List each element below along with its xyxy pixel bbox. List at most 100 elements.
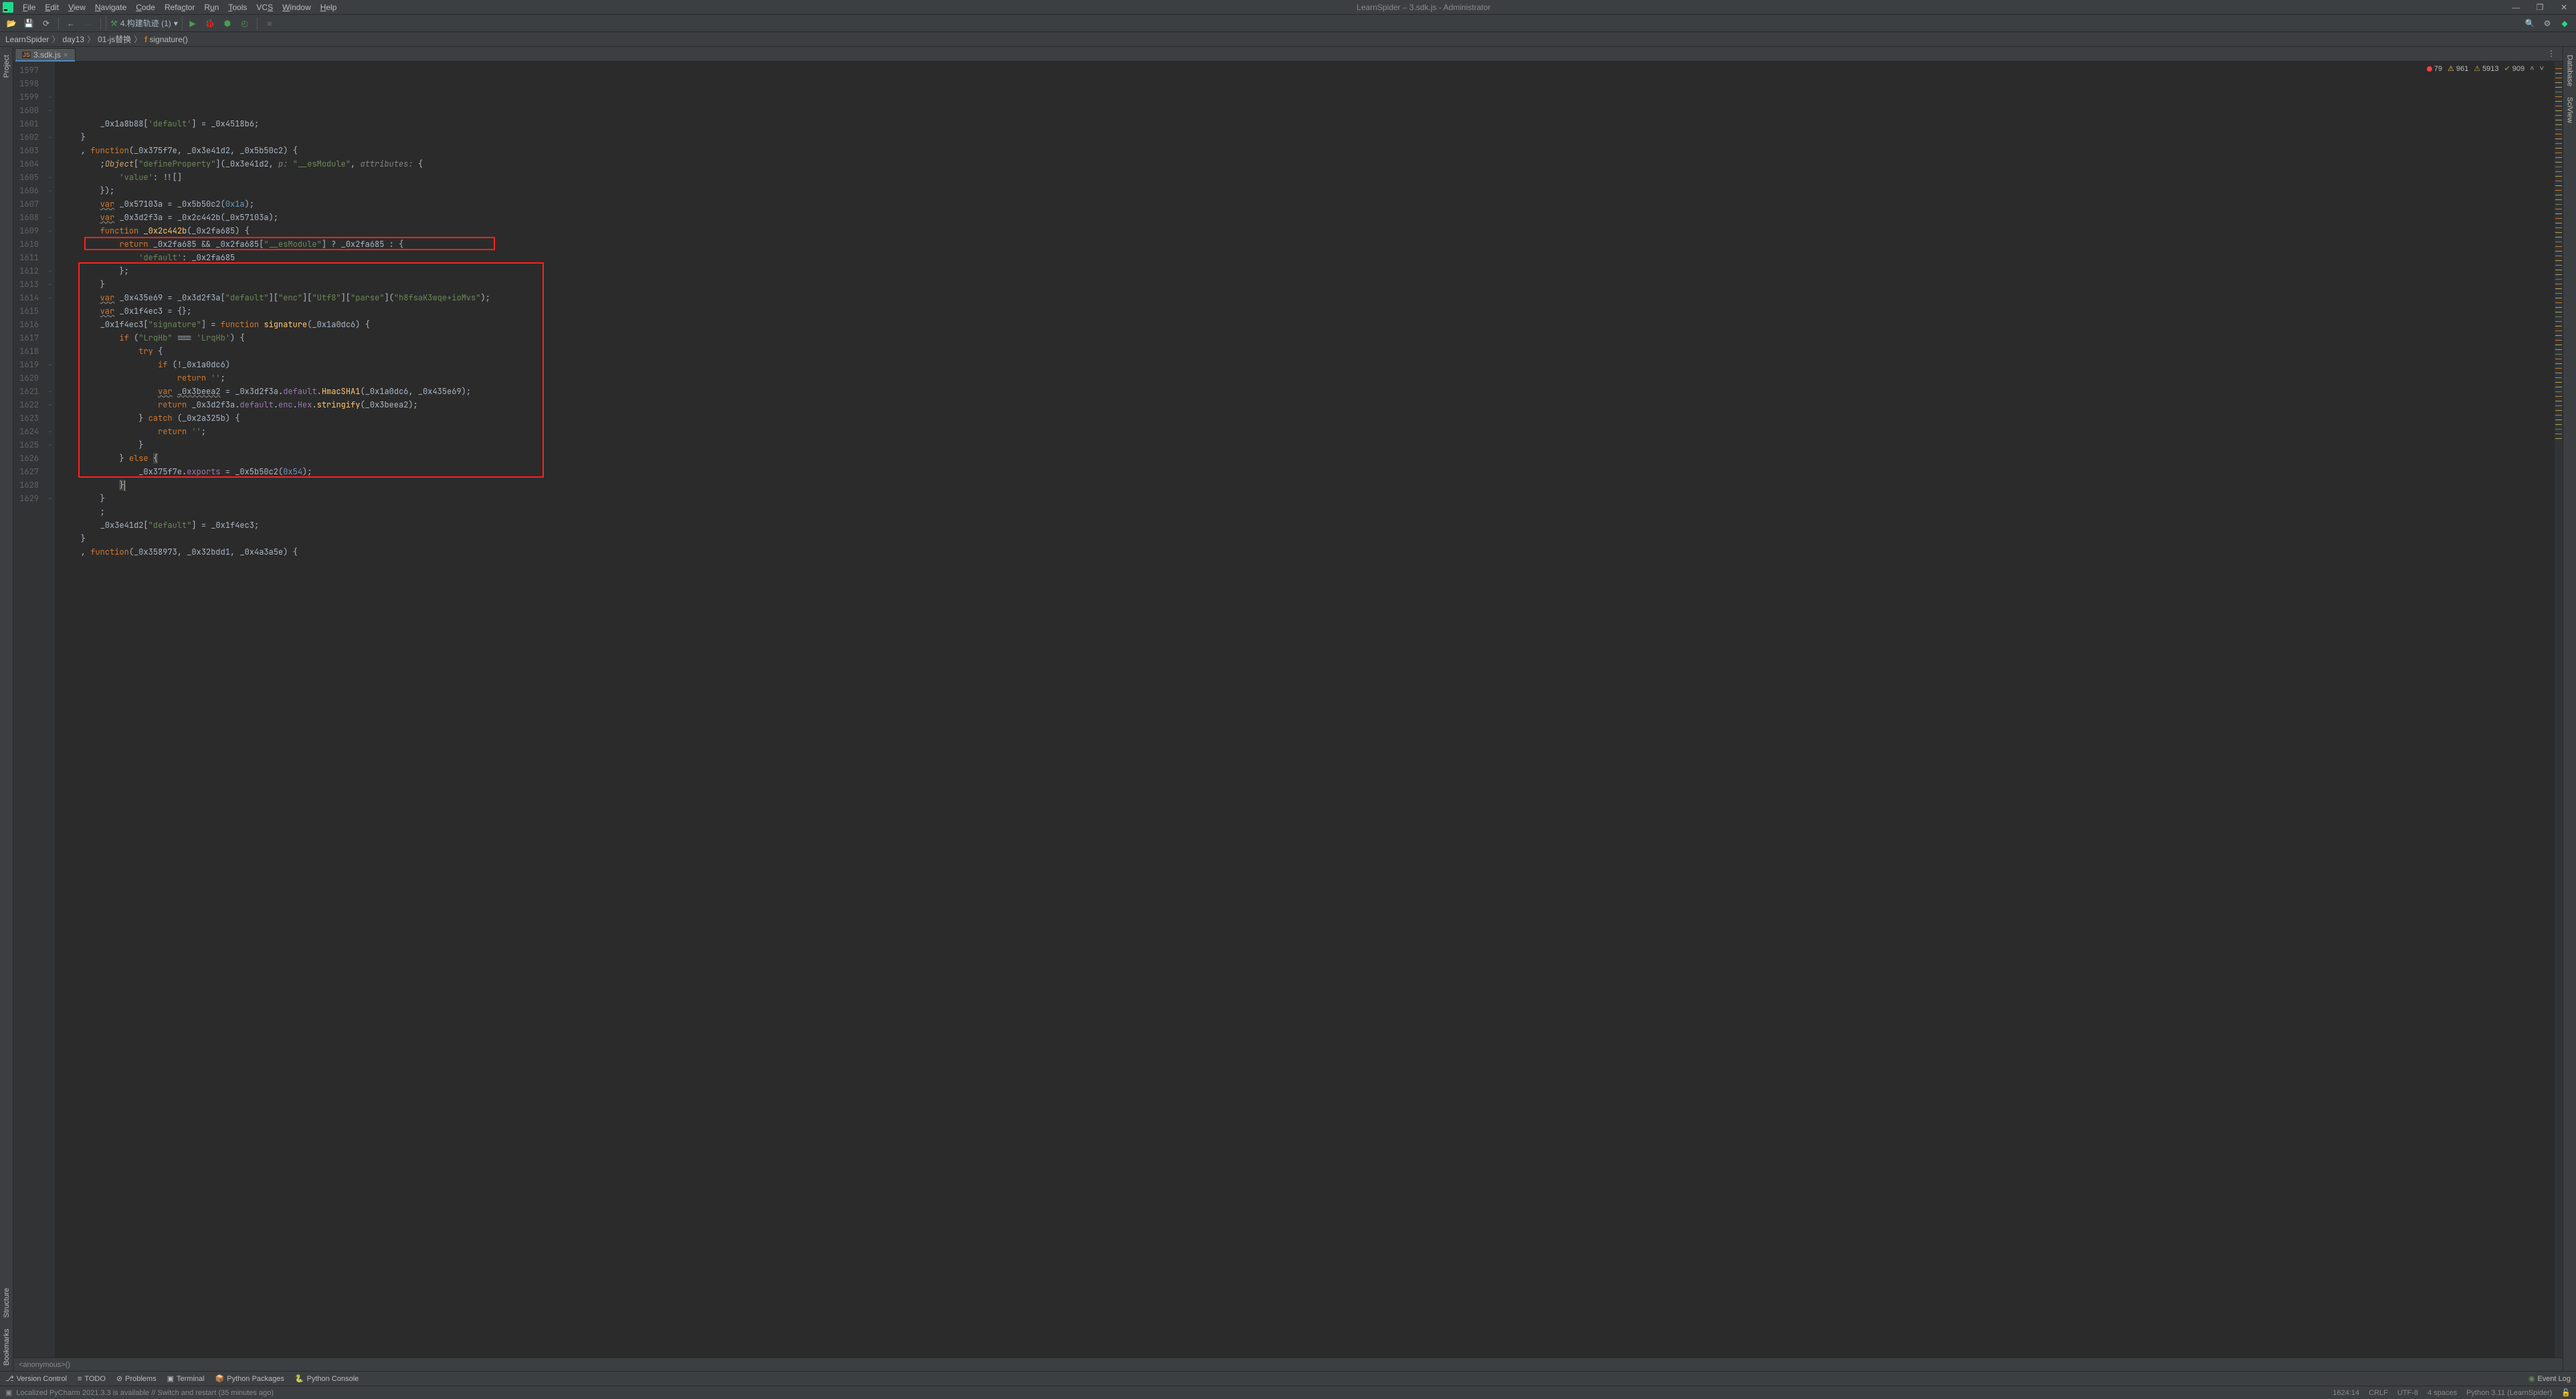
- stripe-mark[interactable]: [2555, 405, 2562, 406]
- stripe-mark[interactable]: [2555, 101, 2562, 102]
- stripe-mark[interactable]: [2555, 410, 2562, 411]
- fold-marker[interactable]: −: [45, 171, 55, 184]
- code-line[interactable]: , function(_0x358973, _0x32bdd1, _0x4a3a…: [62, 545, 2555, 559]
- line-number[interactable]: 1602: [16, 130, 39, 144]
- line-number[interactable]: 1601: [16, 117, 39, 130]
- fold-marker[interactable]: [45, 478, 55, 492]
- breadcrumb-item[interactable]: <anonymous>(): [19, 1361, 70, 1369]
- line-number[interactable]: 1626: [16, 452, 39, 465]
- code-line[interactable]: var _0x3beea2 = _0x3d2f3a.default.HmacSH…: [62, 385, 2555, 398]
- debug-button[interactable]: 🐞: [203, 16, 217, 31]
- tool-window-python-packages[interactable]: 📦Python Packages: [215, 1374, 284, 1383]
- line-number[interactable]: 1624: [16, 425, 39, 438]
- tabs-menu-icon[interactable]: ⋮: [2544, 47, 2559, 61]
- code-line[interactable]: _0x1f4ec3["signature"] = function signat…: [62, 318, 2555, 331]
- stripe-mark[interactable]: [2555, 377, 2562, 378]
- menu-vcs[interactable]: VCS: [252, 1, 277, 13]
- line-number[interactable]: 1610: [16, 238, 39, 251]
- fold-marker[interactable]: −: [45, 398, 55, 411]
- stripe-mark[interactable]: [2555, 293, 2562, 294]
- error-stripe[interactable]: [2555, 62, 2563, 1358]
- stripe-mark[interactable]: [2555, 274, 2562, 275]
- fold-marker[interactable]: [45, 452, 55, 465]
- fold-marker[interactable]: [45, 318, 55, 331]
- line-number[interactable]: 1625: [16, 438, 39, 452]
- line-number[interactable]: 1611: [16, 251, 39, 264]
- fold-marker[interactable]: −: [45, 291, 55, 304]
- readonly-lock-icon[interactable]: 🔓: [2561, 1388, 2571, 1397]
- line-number[interactable]: 1628: [16, 478, 39, 492]
- stripe-mark[interactable]: [2555, 438, 2562, 439]
- line-number[interactable]: 1607: [16, 197, 39, 211]
- code-line[interactable]: try {: [62, 345, 2555, 358]
- line-number[interactable]: 1614: [16, 291, 39, 304]
- line-number[interactable]: 1605: [16, 171, 39, 184]
- breadcrumb-item[interactable]: f signature(): [144, 35, 188, 44]
- code-line[interactable]: var _0x435e69 = _0x3d2f3a["default"]["en…: [62, 291, 2555, 304]
- fold-marker[interactable]: −: [45, 278, 55, 291]
- fold-marker[interactable]: −: [45, 184, 55, 197]
- ide-features-button[interactable]: ◆: [2557, 16, 2572, 31]
- menu-tools[interactable]: Tools: [224, 1, 251, 13]
- stripe-mark[interactable]: [2555, 204, 2562, 205]
- fold-marker[interactable]: [45, 371, 55, 385]
- stripe-mark[interactable]: [2555, 335, 2562, 336]
- sync-button[interactable]: ⟳: [39, 16, 54, 31]
- file-tab[interactable]: JS 3.sdk.js ×: [15, 48, 76, 61]
- code-content[interactable]: _0x1a8b88['default'] = _0x4518b6; } , fu…: [55, 62, 2555, 1358]
- stripe-mark[interactable]: [2555, 227, 2562, 228]
- stripe-mark[interactable]: [2555, 288, 2562, 289]
- code-line[interactable]: var _0x57103a = _0x5b50c2(0x1a);: [62, 197, 2555, 211]
- code-line[interactable]: });: [62, 184, 2555, 197]
- fold-marker[interactable]: −: [45, 492, 55, 505]
- search-everywhere-button[interactable]: 🔍: [2522, 16, 2537, 31]
- event-log-button[interactable]: Event Log: [2537, 1375, 2571, 1383]
- fold-marker[interactable]: −: [45, 358, 55, 371]
- stripe-mark[interactable]: [2555, 157, 2562, 158]
- fold-marker[interactable]: −: [45, 90, 55, 104]
- maximize-button[interactable]: ❐: [2531, 1, 2549, 14]
- line-number[interactable]: 1613: [16, 278, 39, 291]
- stripe-mark[interactable]: [2555, 138, 2562, 139]
- close-tab-icon[interactable]: ×: [64, 50, 68, 60]
- line-number[interactable]: 1597: [16, 64, 39, 77]
- menu-edit[interactable]: Edit: [41, 1, 63, 13]
- line-number[interactable]: 1629: [16, 492, 39, 505]
- menu-file[interactable]: File: [19, 1, 39, 13]
- stripe-mark[interactable]: [2555, 73, 2562, 74]
- line-number[interactable]: 1620: [16, 371, 39, 385]
- stripe-mark[interactable]: [2555, 321, 2562, 322]
- code-line[interactable]: _0x3e41d2["default"] = _0x1f4ec3;: [62, 519, 2555, 532]
- stripe-mark[interactable]: [2555, 232, 2562, 233]
- breadcrumb-item[interactable]: LearnSpider: [5, 35, 49, 44]
- code-line[interactable]: return _0x3d2f3a.default.enc.Hex.stringi…: [62, 398, 2555, 411]
- open-button[interactable]: 📂: [4, 16, 19, 31]
- stripe-mark[interactable]: [2555, 96, 2562, 97]
- fold-marker[interactable]: [45, 117, 55, 130]
- menu-run[interactable]: Run: [200, 1, 223, 13]
- line-number[interactable]: 1622: [16, 398, 39, 411]
- code-line[interactable]: return '';: [62, 371, 2555, 385]
- fold-marker[interactable]: −: [45, 264, 55, 278]
- stop-button[interactable]: ■: [262, 16, 277, 31]
- line-number[interactable]: 1608: [16, 211, 39, 224]
- code-line[interactable]: }: [62, 532, 2555, 545]
- fold-marker[interactable]: [45, 238, 55, 251]
- fold-marker[interactable]: −: [45, 224, 55, 238]
- stripe-mark[interactable]: [2555, 340, 2562, 341]
- line-number[interactable]: 1599: [16, 90, 39, 104]
- tool-window-problems[interactable]: ⊘Problems: [116, 1374, 157, 1383]
- stripe-mark[interactable]: [2555, 251, 2562, 252]
- fold-marker[interactable]: [45, 144, 55, 157]
- stripe-mark[interactable]: [2555, 68, 2562, 69]
- tool-window-todo[interactable]: ≡TODO: [78, 1375, 106, 1383]
- code-line[interactable]: _0x375f7e.exports = _0x5b50c2(0x54);: [62, 465, 2555, 478]
- stripe-mark[interactable]: [2555, 171, 2562, 172]
- stripe-mark[interactable]: [2555, 354, 2562, 355]
- close-button[interactable]: ✕: [2555, 1, 2573, 14]
- stripe-mark[interactable]: [2555, 429, 2562, 430]
- stripe-mark[interactable]: [2555, 326, 2562, 327]
- interpreter[interactable]: Python 3.11 (LearnSpider): [2466, 1389, 2552, 1397]
- stripe-mark[interactable]: [2555, 185, 2562, 186]
- code-line[interactable]: } else {: [62, 452, 2555, 465]
